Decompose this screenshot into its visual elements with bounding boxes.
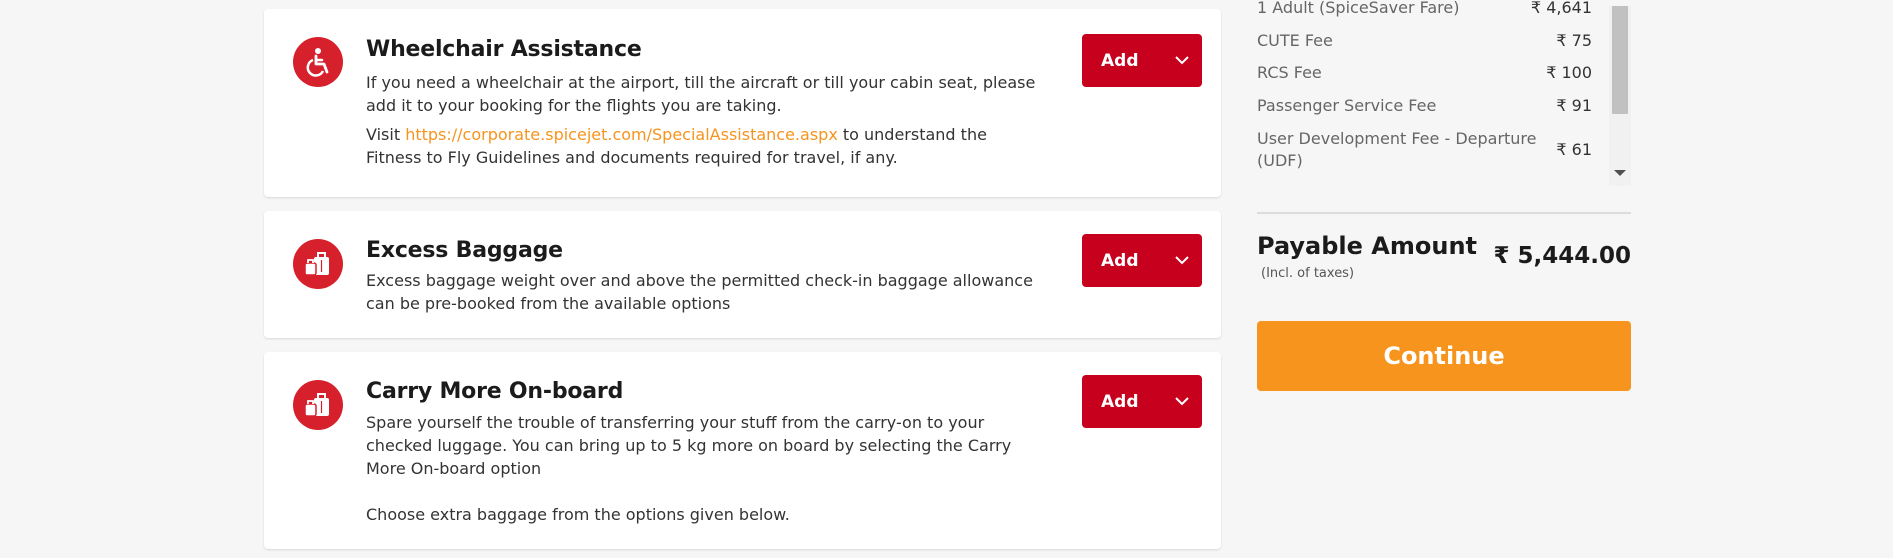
baggage-icon [293, 380, 343, 430]
service-description: Excess baggage weight over and above the… [366, 271, 1033, 313]
fare-scrollbar[interactable] [1609, 6, 1631, 186]
payable-amount-value: ₹ 5,444.00 [1493, 243, 1631, 269]
fare-row: Passenger Service Fee ₹ 91 [1257, 95, 1592, 117]
chevron-down-icon [1175, 256, 1189, 265]
wheelchair-icon [293, 37, 343, 87]
visit-prefix: Visit [366, 125, 406, 144]
divider [1257, 212, 1631, 214]
scroll-down-arrow-icon[interactable] [1614, 170, 1626, 176]
scroll-thumb[interactable] [1612, 6, 1628, 114]
fare-label: 1 Adult (SpiceSaver Fare) [1257, 0, 1460, 17]
fitness-guidelines-text: Visit https://corporate.spicejet.com/Spe… [366, 123, 1046, 169]
fare-amount: ₹ 61 [1556, 140, 1592, 159]
service-description: If you need a wheelchair at the airport,… [366, 71, 1046, 169]
fare-label: CUTE Fee [1257, 31, 1333, 50]
service-title: Excess Baggage [366, 238, 563, 263]
payable-amount-label: Payable Amount [1257, 232, 1477, 260]
carry-more-onboard-card: Carry More On-board Spare yourself the t… [264, 352, 1221, 549]
fare-amount: ₹ 75 [1556, 31, 1592, 50]
fare-amount: ₹ 4,641 [1530, 0, 1592, 17]
service-title: Wheelchair Assistance [366, 37, 642, 62]
fare-label: RCS Fee [1257, 63, 1322, 82]
chevron-down-icon [1175, 56, 1189, 65]
extra-baggage-hint: Choose extra baggage from the options gi… [366, 505, 790, 524]
fare-label: Passenger Service Fee [1257, 96, 1437, 115]
fare-row: User Development Fee - Departure (UDF) ₹… [1257, 128, 1592, 172]
fare-breakdown[interactable]: 1 Adult (SpiceSaver Fare) ₹ 4,641 CUTE F… [1257, 0, 1631, 185]
wheelchair-assistance-card: Wheelchair Assistance If you need a whee… [264, 9, 1221, 197]
add-excess-baggage-button[interactable]: Add [1082, 234, 1202, 287]
service-description-text: If you need a wheelchair at the airport,… [366, 73, 1036, 115]
service-title: Carry More On-board [366, 379, 624, 404]
fare-amount: ₹ 100 [1546, 63, 1592, 82]
service-description: Spare yourself the trouble of transferri… [366, 411, 1046, 526]
service-description-text: Spare yourself the trouble of transferri… [366, 413, 1012, 478]
fare-amount: ₹ 91 [1556, 96, 1592, 115]
add-carry-more-button[interactable]: Add [1082, 375, 1202, 428]
fare-row: RCS Fee ₹ 100 [1257, 62, 1592, 84]
special-assistance-link[interactable]: https://corporate.spicejet.com/SpecialAs… [405, 125, 838, 144]
chevron-down-icon [1175, 397, 1189, 406]
add-button-label: Add [1101, 250, 1139, 271]
fare-row: 1 Adult (SpiceSaver Fare) ₹ 4,641 [1257, 0, 1592, 19]
fare-label: User Development Fee - Departure (UDF) [1257, 129, 1537, 170]
baggage-icon [293, 239, 343, 289]
add-button-label: Add [1101, 391, 1139, 412]
continue-button[interactable]: Continue [1257, 321, 1631, 391]
excess-baggage-card: Excess Baggage Excess baggage weight ove… [264, 211, 1221, 338]
add-button-label: Add [1101, 50, 1139, 71]
payable-amount-sublabel: (Incl. of taxes) [1261, 266, 1355, 281]
add-wheelchair-button[interactable]: Add [1082, 34, 1202, 87]
fare-row: CUTE Fee ₹ 75 [1257, 30, 1592, 52]
